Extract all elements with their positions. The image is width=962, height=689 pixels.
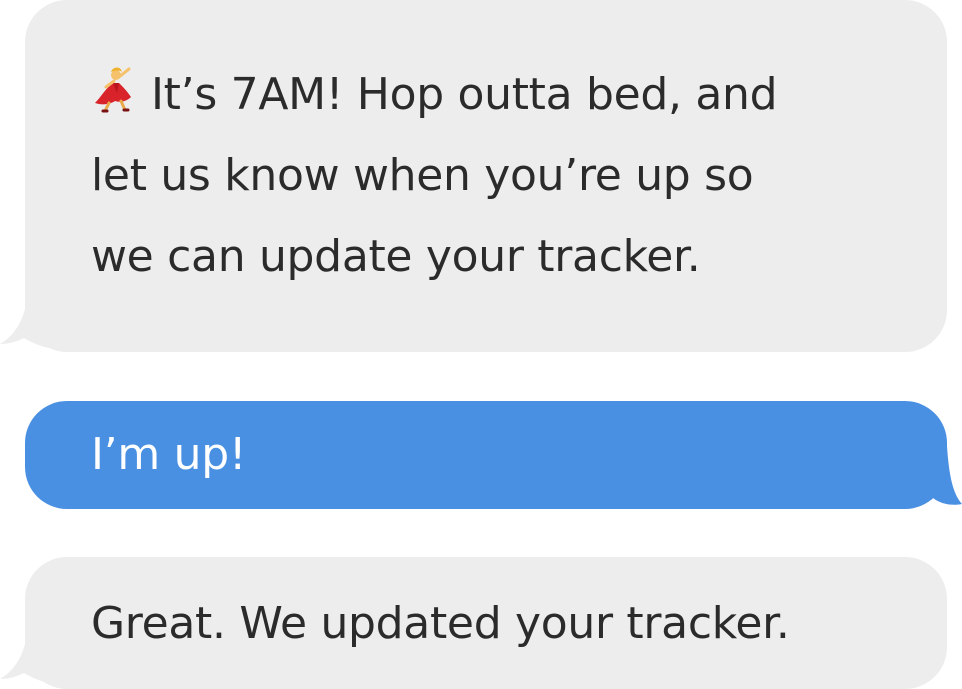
message-line: It’s 7AM! Hop outta bed, and [91, 54, 917, 135]
message-thread: { "messages": [ { "direction": "received… [0, 0, 962, 689]
message-line: let us know when you’re up so [91, 150, 754, 201]
message-text: It’s 7AM! Hop outta bed, and [151, 69, 778, 120]
message-line: we can update your tracker. [91, 231, 701, 282]
sent-message: I’m up! [25, 401, 962, 509]
message-bubble: I’m up! [25, 401, 947, 509]
message-text: Great. We updated your tracker. [91, 598, 790, 649]
dancer-emoji-icon [91, 58, 141, 113]
received-message: Great. We updated your tracker. [0, 557, 947, 689]
message-text: I’m up! [91, 429, 247, 480]
message-bubble: Great. We updated your tracker. [25, 557, 947, 689]
received-message: It’s 7AM! Hop outta bed, and let us know… [0, 0, 947, 352]
message-bubble: It’s 7AM! Hop outta bed, and let us know… [25, 0, 947, 352]
